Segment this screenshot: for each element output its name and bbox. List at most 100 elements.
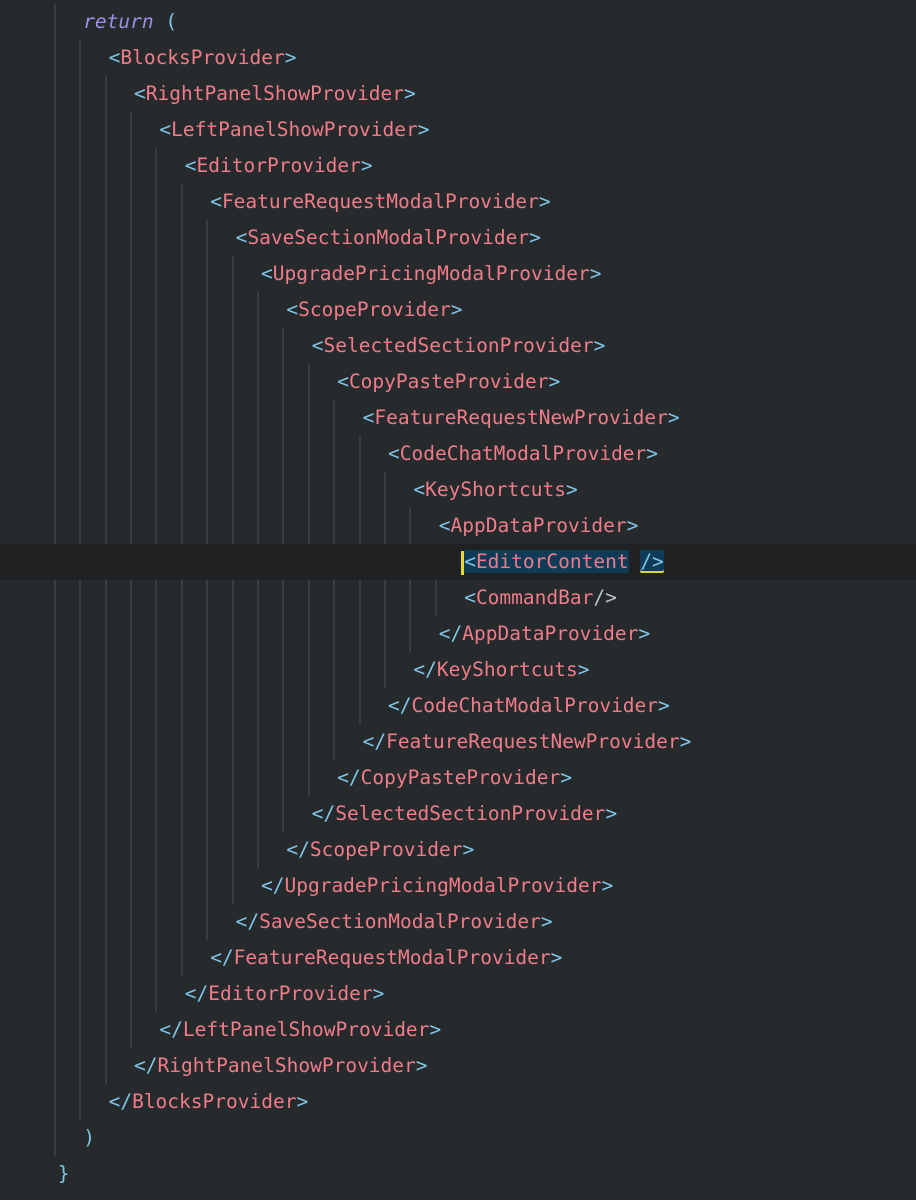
punctuation: </ — [159, 1018, 183, 1041]
punctuation: < — [286, 298, 299, 321]
punctuation: } — [57, 1162, 70, 1185]
code-line[interactable]: <CommandBar/> — [0, 580, 916, 616]
code-text: </FeatureRequestModalProvider> — [210, 940, 562, 976]
code-editor[interactable]: return (<BlocksProvider> <RightPanelShowP… — [0, 0, 916, 1200]
punctuation: < — [108, 46, 121, 69]
tag-name: FeatureRequestNewProvider — [374, 406, 668, 429]
code-line[interactable]: <ScopeProvider> — [0, 292, 916, 328]
punctuation: < — [464, 586, 476, 609]
current-code-line[interactable]: <EditorContent /> — [0, 544, 916, 580]
tag-name: FeatureRequestModalProvider — [221, 190, 539, 213]
punctuation: < — [184, 154, 197, 177]
code-line[interactable]: </ScopeProvider> — [0, 832, 916, 868]
code-text: </KeyShortcuts> — [413, 652, 589, 688]
punctuation: </ — [134, 1054, 158, 1077]
code-line[interactable]: <LeftPanelShowProvider> — [0, 112, 916, 148]
code-line[interactable]: </KeyShortcuts> — [0, 652, 916, 688]
punctuation: > — [667, 406, 680, 429]
code-line[interactable]: </SaveSectionModalProvider> — [0, 904, 916, 940]
code-line[interactable]: </RightPanelShowProvider> — [0, 1048, 916, 1084]
code-line[interactable]: <FeatureRequestNewProvider> — [0, 400, 916, 436]
code-text: <FeatureRequestNewProvider> — [363, 400, 680, 436]
tag-name: ScopeProvider — [298, 298, 451, 321]
punctuation: < — [438, 514, 451, 537]
punctuation: > — [284, 46, 297, 69]
code-line[interactable]: return ( — [0, 4, 916, 40]
code-text: </CodeChatModalProvider> — [388, 688, 670, 724]
tag-name: FeatureRequestNewProvider — [386, 730, 680, 753]
code-line[interactable]: } — [0, 1156, 916, 1192]
punctuation: < — [235, 226, 248, 249]
code-line[interactable]: <SaveSectionModalProvider> — [0, 220, 916, 256]
code-text: </AppDataProvider> — [439, 616, 650, 652]
punctuation — [629, 550, 641, 573]
punctuation: /> — [640, 550, 664, 573]
punctuation: > — [638, 622, 651, 645]
code-line[interactable]: ) — [0, 1120, 916, 1156]
punctuation: </ — [184, 982, 209, 1005]
code-text: <SaveSectionModalProvider> — [236, 220, 541, 256]
punctuation: < — [159, 118, 172, 141]
code-line[interactable]: <BlocksProvider> — [0, 40, 916, 76]
punctuation: </ — [337, 766, 361, 789]
code-text: </ScopeProvider> — [286, 832, 474, 868]
tag-name: LeftPanelShowProvider — [182, 1018, 430, 1041]
punctuation: </ — [311, 802, 336, 825]
punctuation: > — [417, 118, 430, 141]
tag-name: EditorProvider — [208, 982, 373, 1005]
punctuation: </ — [210, 946, 234, 969]
punctuation: </ — [438, 622, 463, 645]
code-line[interactable]: </FeatureRequestModalProvider> — [0, 940, 916, 976]
code-line[interactable]: <UpgradePricingModalProvider> — [0, 256, 916, 292]
code-line[interactable]: </CopyPasteProvider> — [0, 760, 916, 796]
tag-name: BlocksProvider — [132, 1090, 297, 1113]
code-line[interactable]: <RightPanelShowProvider> — [0, 76, 916, 112]
code-line[interactable]: <EditorProvider> — [0, 148, 916, 184]
tag-name: KeyShortcuts — [425, 478, 567, 501]
code-text: <AppDataProvider> — [439, 508, 639, 544]
tag-name: UpgradePricingModalProvider — [284, 874, 602, 897]
code-line[interactable]: </FeatureRequestNewProvider> — [0, 724, 916, 760]
punctuation: > — [679, 730, 692, 753]
code-line[interactable]: <SelectedSectionProvider> — [0, 328, 916, 364]
punctuation: </ — [108, 1090, 133, 1113]
punctuation: </ — [261, 874, 285, 897]
code-text: <SelectedSectionProvider> — [312, 328, 606, 364]
code-text: <RightPanelShowProvider> — [134, 76, 416, 112]
punctuation: ( — [153, 10, 178, 33]
code-line[interactable]: <CopyPasteProvider> — [0, 364, 916, 400]
tag-name: RightPanelShowProvider — [157, 1054, 416, 1077]
punctuation: < — [337, 370, 349, 393]
punctuation: > — [372, 982, 385, 1005]
code-line[interactable]: <FeatureRequestModalProvider> — [0, 184, 916, 220]
code-line[interactable]: </AppDataProvider> — [0, 616, 916, 652]
tag-name: SaveSectionModalProvider — [259, 910, 541, 933]
code-text: <BlocksProvider> — [109, 40, 297, 76]
code-text: <UpgradePricingModalProvider> — [261, 256, 601, 292]
tag-name: EditorContent — [475, 550, 629, 573]
code-line[interactable]: </BlocksProvider> — [0, 1084, 916, 1120]
punctuation: > — [360, 154, 373, 177]
punctuation: > — [566, 478, 578, 501]
punctuation: > — [601, 874, 614, 897]
punctuation: > — [658, 694, 670, 717]
code-line[interactable]: <CodeChatModalProvider> — [0, 436, 916, 472]
code-text: } — [58, 1156, 70, 1192]
punctuation: > — [548, 370, 561, 393]
code-line[interactable]: </CodeChatModalProvider> — [0, 688, 916, 724]
punctuation: > — [589, 262, 602, 285]
punctuation: > — [296, 1090, 309, 1113]
tag-name: SelectedSectionProvider — [335, 802, 606, 825]
punctuation: > — [538, 190, 551, 213]
code-text: <EditorProvider> — [185, 148, 373, 184]
code-line[interactable]: <AppDataProvider> — [0, 508, 916, 544]
code-text: return ( — [83, 4, 177, 40]
code-line[interactable]: </LeftPanelShowProvider> — [0, 1012, 916, 1048]
code-line[interactable]: </UpgradePricingModalProvider> — [0, 868, 916, 904]
punctuation: </ — [413, 658, 437, 681]
code-text: <FeatureRequestModalProvider> — [210, 184, 550, 220]
punctuation: < — [413, 478, 426, 501]
code-line[interactable]: </SelectedSectionProvider> — [0, 796, 916, 832]
code-line[interactable]: </EditorProvider> — [0, 976, 916, 1012]
code-line[interactable]: <KeyShortcuts> — [0, 472, 916, 508]
